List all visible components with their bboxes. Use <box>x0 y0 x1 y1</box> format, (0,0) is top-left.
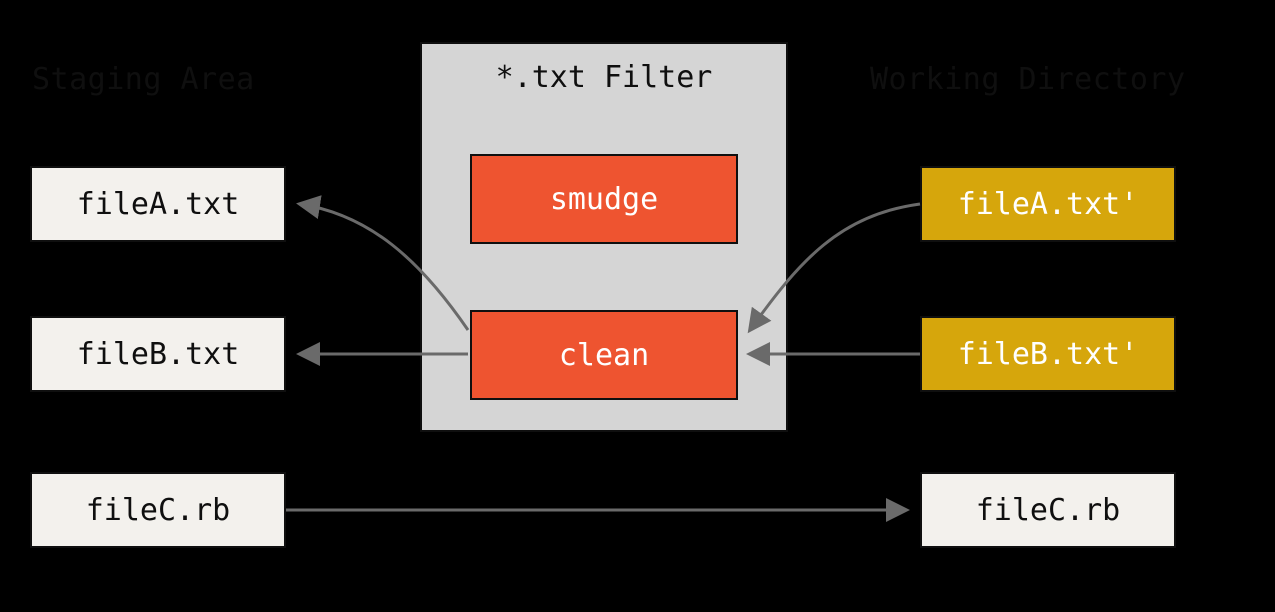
filter-container: *.txt Filter smudge clean <box>420 42 788 432</box>
working-file-c: fileC.rb <box>920 472 1176 548</box>
working-file-a: fileA.txt' <box>920 166 1176 242</box>
staging-file-b: fileB.txt <box>30 316 286 392</box>
heading-staging-area: Staging Area <box>32 62 255 97</box>
working-file-a-label: fileA.txt' <box>958 187 1139 222</box>
filter-op-smudge-label: smudge <box>550 182 658 217</box>
filter-op-clean-label: clean <box>559 338 649 373</box>
staging-file-a-label: fileA.txt <box>77 187 240 222</box>
working-file-c-label: fileC.rb <box>976 493 1121 528</box>
staging-file-c: fileC.rb <box>30 472 286 548</box>
filter-op-clean: clean <box>470 310 738 400</box>
heading-working-directory: Working Directory <box>870 62 1186 97</box>
working-file-b: fileB.txt' <box>920 316 1176 392</box>
staging-file-c-label: fileC.rb <box>86 493 231 528</box>
staging-file-b-label: fileB.txt <box>77 337 240 372</box>
working-file-b-label: fileB.txt' <box>958 337 1139 372</box>
staging-file-a: fileA.txt <box>30 166 286 242</box>
filter-title: *.txt Filter <box>422 60 786 95</box>
filter-op-smudge: smudge <box>470 154 738 244</box>
diagram-stage: Staging Area Working Directory fileA.txt… <box>0 0 1275 612</box>
